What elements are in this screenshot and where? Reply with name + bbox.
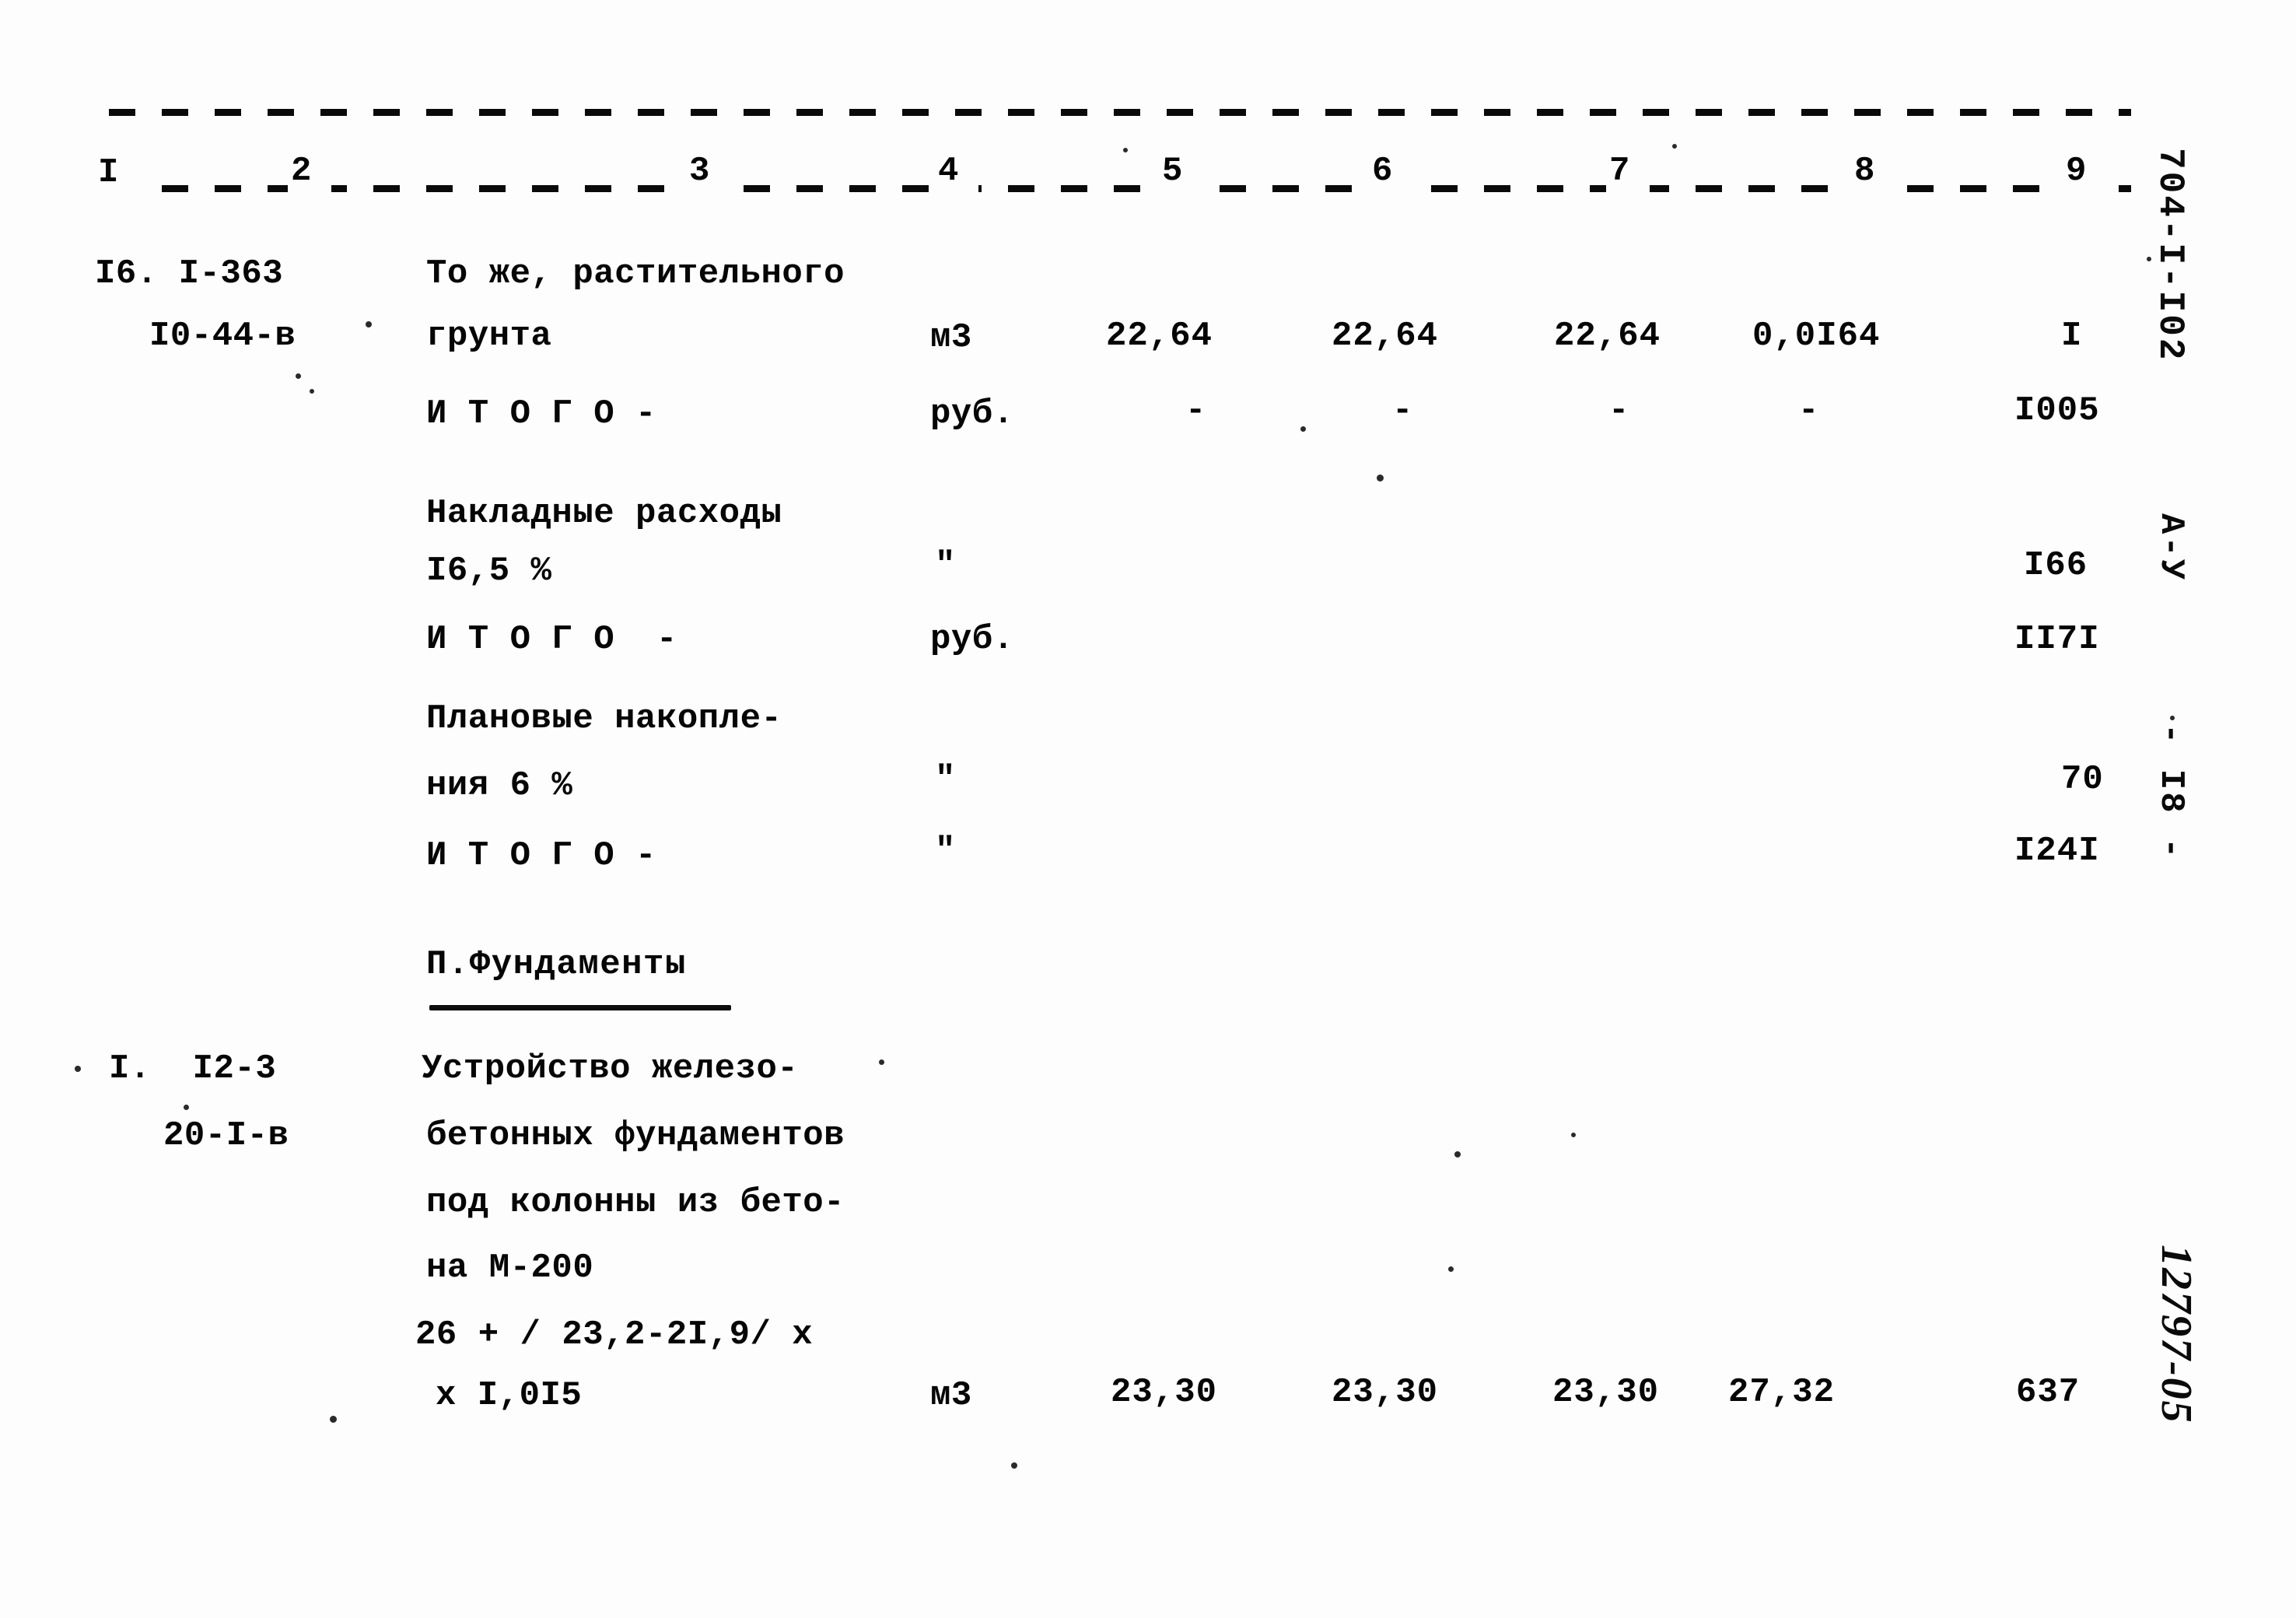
row8-col9-value: 637 xyxy=(2016,1373,2081,1412)
row8-unit: м3 xyxy=(930,1376,972,1415)
column-number-7: 7 xyxy=(1609,152,1631,191)
header-dashed-rule-top xyxy=(109,109,2131,116)
handwritten-archive-number: 12797-05 xyxy=(2152,1245,2200,1424)
row8-description-line3: под колонны из бето- xyxy=(426,1183,845,1222)
section-heading-underline xyxy=(429,1005,731,1010)
row3-overhead-line1: Накладные расходы xyxy=(426,494,782,533)
row1-unit: м3 xyxy=(930,318,972,357)
row3-unit-ditto: " xyxy=(935,546,956,585)
row6-col9-value: I24I xyxy=(2014,832,2100,870)
scan-speckle xyxy=(1011,1462,1017,1469)
row1-description-line2: грунта xyxy=(426,317,552,355)
row6-unit-ditto: " xyxy=(935,832,956,870)
scan-speckle xyxy=(2147,257,2151,261)
scan-speckle xyxy=(330,1416,337,1423)
row6-itogo-label: И Т О Г О - xyxy=(426,836,656,875)
column-number-1: I xyxy=(98,153,120,192)
scan-speckle xyxy=(1377,475,1384,482)
section-heading-foundations: П.Фундаменты xyxy=(426,945,687,984)
row1-col9-value: I xyxy=(2061,317,2083,355)
row1-code-line1: I6. I-363 xyxy=(95,254,284,293)
scan-speckle xyxy=(1448,1266,1454,1272)
column-number-2: 2 xyxy=(291,152,313,191)
scan-speckle xyxy=(75,1066,81,1072)
row8-description-line2: бетонных фундаментов xyxy=(426,1116,845,1155)
scan-speckle xyxy=(184,1105,189,1110)
row8-description-line4: на М-200 xyxy=(426,1249,594,1287)
row2-col8-value: - xyxy=(1798,391,1820,430)
row8-col6-value: 23,30 xyxy=(1332,1373,1439,1412)
row5-unit-ditto: " xyxy=(935,760,956,799)
column-number-6: 6 xyxy=(1372,152,1394,191)
row2-col5-value: - xyxy=(1185,391,1207,430)
row1-code-line2: I0-44-в xyxy=(149,317,296,355)
right-margin-document-code: 704-I-I02 xyxy=(2150,148,2190,362)
row8-col7-value: 23,30 xyxy=(1552,1373,1660,1412)
row2-col6-value: - xyxy=(1392,391,1414,430)
column-number-8: 8 xyxy=(1854,152,1876,191)
row1-col6-value: 22,64 xyxy=(1332,317,1439,355)
scan-speckle xyxy=(1672,144,1677,149)
row4-col9-value: II7I xyxy=(2014,620,2100,659)
row5-col9-value: 70 xyxy=(2061,760,2104,799)
row8-description-line1: Устройство железо- xyxy=(422,1049,799,1088)
column-number-5: 5 xyxy=(1162,152,1184,191)
row3-col9-value: I66 xyxy=(2024,546,2088,585)
scan-speckle xyxy=(1123,148,1128,152)
page-number-marker: - I8 - xyxy=(2151,723,2190,861)
scanned-page: I 2 3 4 5 6 7 8 9 I6. I-363 I0-44-в То ж… xyxy=(0,0,2296,1618)
row8-code-line2: 20-I-в xyxy=(163,1116,289,1155)
row2-itogo-label: И Т О Г О - xyxy=(426,394,656,433)
row4-unit: руб. xyxy=(930,620,1014,659)
scan-speckle xyxy=(1454,1151,1461,1157)
row8-formula-line1: 26 + / 23,2-2I,9/ х xyxy=(415,1315,814,1354)
scan-speckle xyxy=(1571,1133,1576,1137)
scan-speckle xyxy=(310,389,314,394)
row2-col7-value: - xyxy=(1608,391,1630,430)
scan-speckle xyxy=(366,321,372,327)
row5-planned-line1: Плановые накопле- xyxy=(426,699,782,738)
row4-itogo-label: И Т О Г О - xyxy=(426,620,677,659)
row1-col5-value: 22,64 xyxy=(1106,317,1213,355)
column-number-9: 9 xyxy=(2066,152,2088,191)
row8-code-line1: I. I2-3 xyxy=(109,1049,277,1088)
scan-speckle xyxy=(2170,716,2175,720)
column-number-3: 3 xyxy=(689,152,711,191)
row2-unit: руб. xyxy=(930,394,1014,433)
row8-col5-value: 23,30 xyxy=(1111,1373,1218,1412)
header-dashed-rule-bottom xyxy=(109,185,2131,192)
scan-speckle xyxy=(879,1059,884,1065)
row3-overhead-line2: I6,5 % xyxy=(426,552,552,590)
right-margin-series: А-У xyxy=(2151,513,2190,583)
row1-col7-value: 22,64 xyxy=(1554,317,1661,355)
row2-col9-value: I005 xyxy=(2014,391,2100,430)
row1-col8-value: 0,0I64 xyxy=(1752,317,1881,355)
scan-speckle xyxy=(1300,426,1306,432)
row8-formula-line2: х I,0I5 xyxy=(436,1376,583,1415)
row1-description-line1: То же, растительного xyxy=(426,254,845,293)
row8-col8-value: 27,32 xyxy=(1728,1373,1836,1412)
column-number-4: 4 xyxy=(938,152,960,191)
scan-speckle xyxy=(296,373,301,379)
row5-planned-line2: ния 6 % xyxy=(426,766,573,805)
